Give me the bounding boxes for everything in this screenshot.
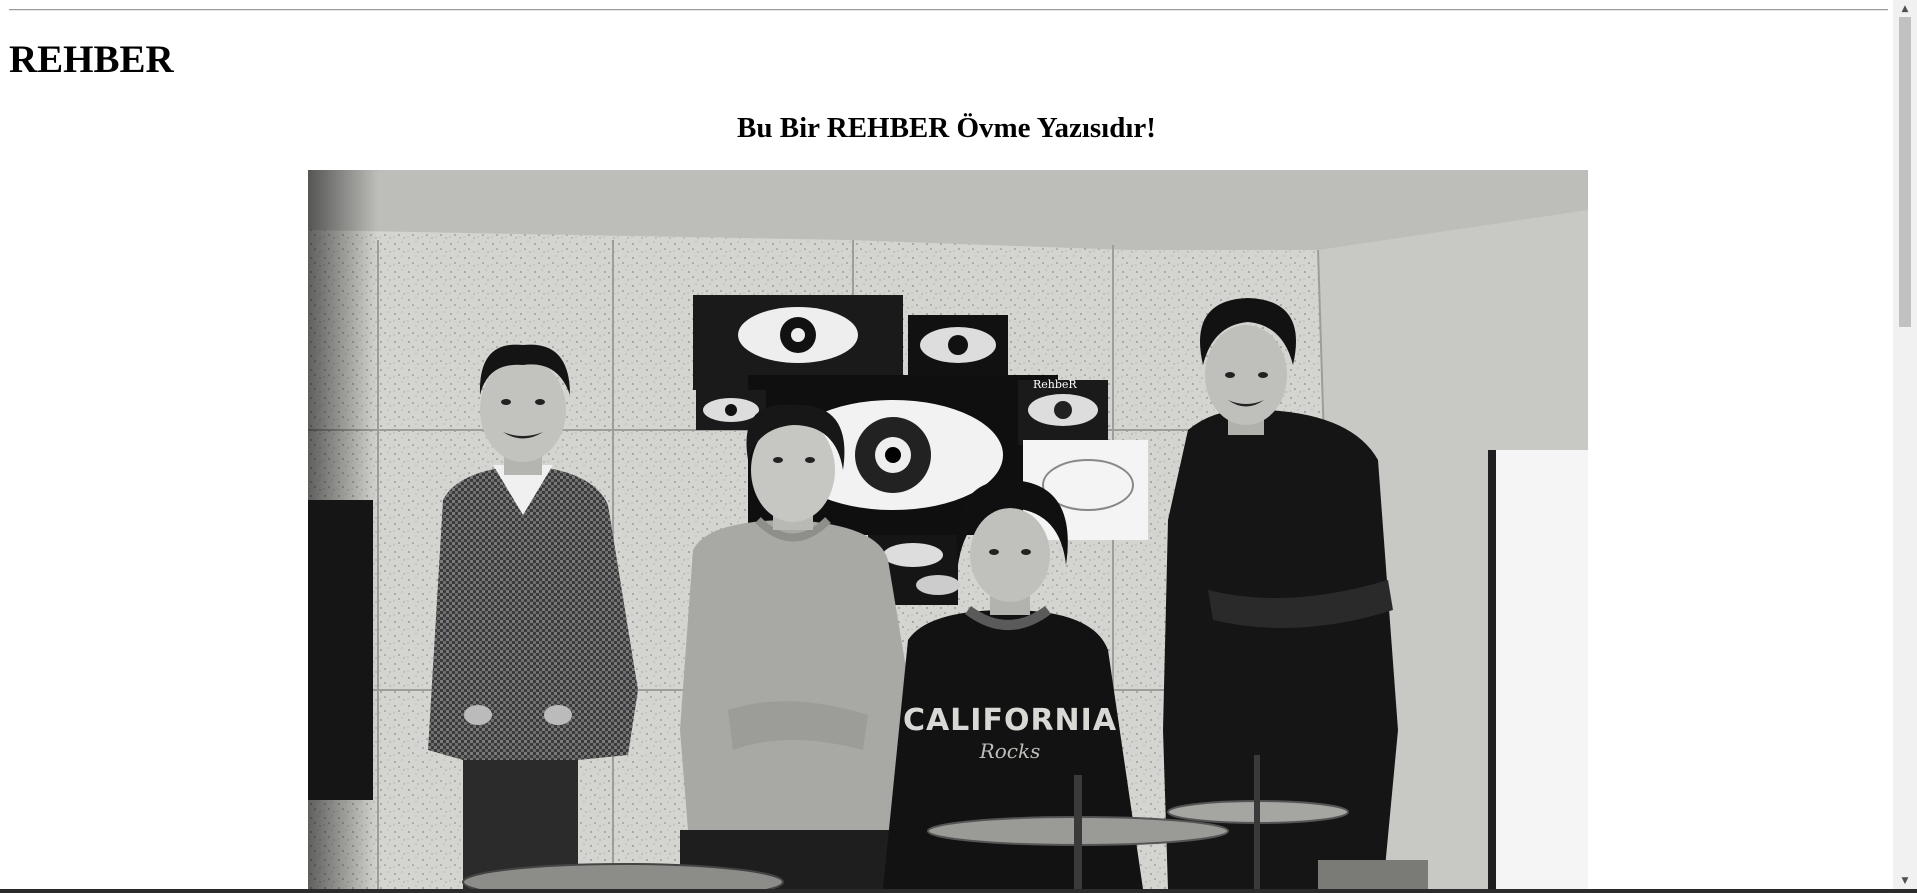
page-title: REHBER (9, 38, 174, 81)
scroll-thumb[interactable] (1899, 17, 1911, 327)
horizontal-rule (9, 9, 1888, 11)
page-content: REHBER Bu Bir REHBER Övme Yazısıdır! Reh… (0, 0, 1893, 889)
shirt-text: CALIFORNIA (903, 703, 1117, 738)
scroll-down-icon[interactable]: ▼ (1893, 872, 1917, 889)
band-photo-illustration: RehbeR CALIFORNIA Rocks (308, 170, 1588, 889)
vertical-scrollbar[interactable]: ▲ ▼ (1893, 0, 1917, 889)
page-subtitle: Bu Bir REHBER Övme Yazısıdır! (737, 112, 1156, 144)
band-photo: RehbeR CALIFORNIA Rocks (308, 170, 1588, 889)
window-bottom-edge (0, 889, 1917, 893)
scroll-up-icon[interactable]: ▲ (1893, 0, 1917, 17)
wall-sign-text: RehbeR (1033, 378, 1077, 391)
shirt-subtext: Rocks (979, 739, 1041, 763)
